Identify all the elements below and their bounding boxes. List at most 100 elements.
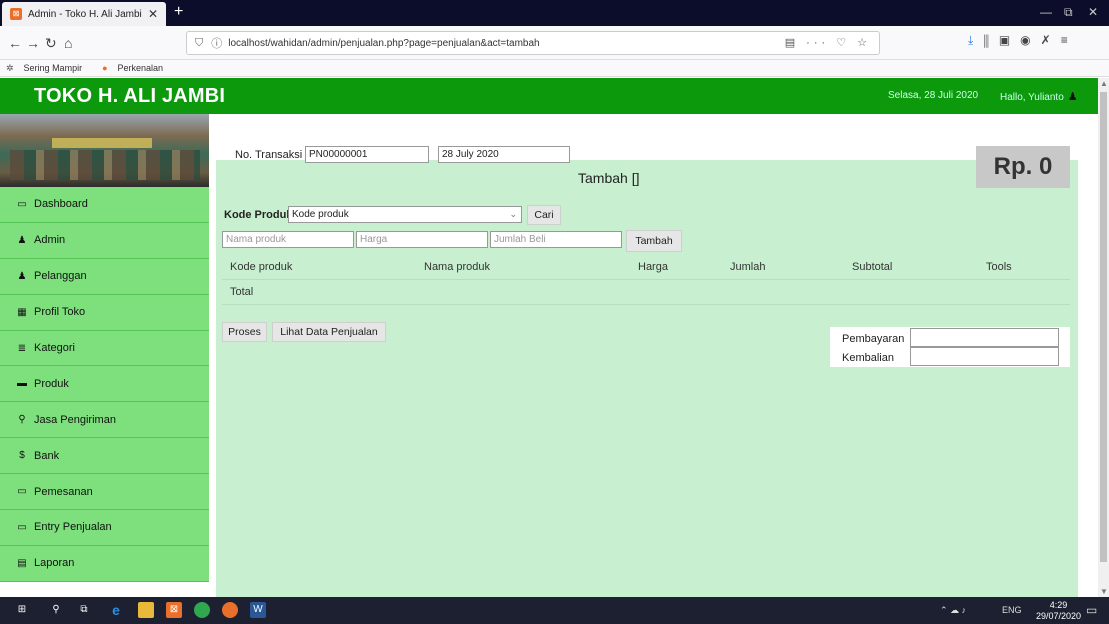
file-explorer-icon[interactable] (138, 602, 154, 618)
browser-tab[interactable]: ⊠ Admin - Toko H. Ali Jambi ✕ (2, 2, 166, 26)
col-nama-produk: Nama produk (424, 261, 491, 273)
minimize-icon[interactable]: — (1040, 5, 1052, 19)
forward-icon[interactable]: → (26, 35, 40, 51)
col-tools: Tools (986, 261, 1012, 273)
form-title: Tambah [] (578, 170, 640, 186)
page-scrollbar[interactable]: ▲ ▼ (1098, 78, 1109, 597)
table-header-row: Kode produk Nama produk Harga Jumlah Sub… (222, 255, 1070, 280)
store-banner-image (0, 114, 209, 187)
reload-icon[interactable]: ↻ (45, 35, 57, 52)
header-date: Selasa, 28 Juli 2020 (888, 90, 979, 101)
list-icon: ≣ (17, 342, 27, 354)
browser-nav-bar: ← → ↻ ⌂ ⛉ ⓘ localhost/wahidan/admin/penj… (0, 26, 1109, 60)
sidebar-item-jasa-pengiriman[interactable]: ⚲ Jasa Pengiriman (0, 402, 209, 439)
dollar-icon: $ (19, 450, 25, 462)
transaksi-label: No. Transaksi : (235, 149, 309, 161)
edge-icon[interactable]: e (108, 602, 124, 618)
info-icon[interactable]: ⓘ (211, 35, 222, 51)
harga-input[interactable]: Harga (356, 231, 488, 248)
bookmark-sering-mampir[interactable]: ✲ Sering Mampir (6, 63, 92, 74)
browser-tab-bar: ⊠ Admin - Toko H. Ali Jambi ✕ + — ⧉ ✕ (0, 0, 1109, 26)
url-text: localhost/wahidan/admin/penjualan.php?pa… (228, 37, 540, 49)
sidebar-item-admin[interactable]: ♟ Admin (0, 222, 209, 259)
sidebar-item-profil-toko[interactable]: ▦ Profil Toko (0, 294, 209, 331)
lihat-data-penjualan-button[interactable]: Lihat Data Penjualan (272, 322, 386, 342)
restore-icon[interactable]: ⧉ (1064, 5, 1073, 20)
kembalian-input[interactable] (910, 347, 1059, 366)
chrome-icon[interactable] (194, 602, 210, 618)
cart-table: Kode produk Nama produk Harga Jumlah Sub… (222, 255, 1070, 305)
close-window-icon[interactable]: ✕ (1088, 5, 1098, 19)
sidebar-item-pemesanan[interactable]: ▭ Pemesanan (0, 474, 209, 511)
table-icon: ▦ (17, 306, 27, 318)
toolbar-icons: ⤓⫼▣◉✗≡ (968, 33, 1078, 48)
sidebar-item-bank[interactable]: $ Bank (0, 438, 209, 475)
user-icon: ♟ (17, 234, 27, 246)
table-total-row: Total (222, 280, 1070, 305)
col-kode-produk: Kode produk (230, 261, 293, 273)
xampp-icon[interactable]: ⊠ (166, 602, 182, 618)
new-tab-icon[interactable]: + (174, 3, 183, 21)
transaksi-input[interactable]: PN00000001 (305, 146, 429, 163)
col-jumlah: Jumlah (730, 261, 766, 273)
col-harga: Harga (638, 261, 668, 273)
sidebar-item-laporan[interactable]: ▤ Laporan (0, 545, 209, 582)
taskbar-clock[interactable]: 4:29 29/07/2020 (1036, 600, 1081, 622)
download-icon[interactable]: ⤓ (968, 33, 983, 47)
nama-produk-input[interactable]: Nama produk (222, 231, 354, 248)
kembalian-label: Kembalian (842, 352, 894, 364)
scroll-up-icon[interactable]: ▲ (1100, 79, 1108, 88)
kode-produk-select[interactable]: Kode produk ⌄ (288, 206, 522, 223)
tambah-button[interactable]: Tambah (626, 230, 682, 252)
users-icon: ♟ (17, 270, 27, 282)
main-content-panel (216, 160, 1078, 597)
date-input[interactable]: 28 July 2020 (438, 146, 570, 163)
library-icon[interactable]: ⫼ (983, 33, 999, 47)
task-view-icon[interactable]: ⧉ (76, 602, 92, 618)
url-bar[interactable]: ⛉ ⓘ localhost/wahidan/admin/penjualan.ph… (186, 31, 880, 55)
word-icon[interactable]: W (250, 602, 266, 618)
xampp-icon: ⊠ (10, 8, 22, 20)
close-tab-icon[interactable]: ✕ (148, 7, 158, 21)
sidebar-item-pelanggan[interactable]: ♟ Pelanggan (0, 258, 209, 295)
tray-icons[interactable]: ⌃ ☁ ♪ (940, 605, 966, 616)
proses-button[interactable]: Proses (222, 322, 267, 342)
back-icon[interactable]: ← (8, 35, 22, 51)
extension-icon[interactable]: ✗ (1041, 33, 1061, 47)
sidebar-item-entry-penjualan[interactable]: ▭ Entry Penjualan (0, 510, 209, 546)
sidebar-icon[interactable]: ▣ (999, 33, 1020, 47)
tab-title: Admin - Toko H. Ali Jambi (28, 8, 142, 20)
sidebar-item-produk[interactable]: ▬ Produk (0, 366, 209, 403)
page-actions-icon[interactable]: ▤ ··· ♡ ☆ (785, 36, 871, 49)
windows-taskbar: ⊞ ⚲ ⧉ e ⊠ W ⌃ ☁ ♪ ENG 4:29 29/07/2020 ▭ (0, 597, 1109, 624)
scroll-down-icon[interactable]: ▼ (1100, 587, 1108, 596)
firefox-icon[interactable] (222, 602, 238, 618)
pembayaran-input[interactable] (910, 328, 1059, 347)
pembayaran-label: Pembayaran (842, 333, 905, 345)
kode-produk-label: Kode Produk (224, 209, 293, 221)
sidebar-item-kategori[interactable]: ≣ Kategori (0, 330, 209, 367)
bookmark-perkenalan[interactable]: ● Perkenalan (102, 63, 173, 73)
home-icon[interactable]: ⌂ (64, 35, 72, 51)
col-subtotal: Subtotal (852, 261, 893, 273)
account-icon[interactable]: ◉ (1020, 33, 1040, 47)
jumlah-beli-input[interactable]: Jumlah Beli (490, 231, 622, 248)
search-icon[interactable]: ⚲ (48, 602, 64, 618)
total-display: Rp. 0 (976, 146, 1070, 188)
credit-card-icon: ▭ (17, 486, 27, 498)
file-icon: ▤ (17, 557, 27, 569)
briefcase-icon: ▬ (17, 378, 27, 390)
cari-button[interactable]: Cari (527, 205, 561, 225)
sidebar-item-dashboard[interactable]: ▭ Dashboard (0, 187, 209, 223)
site-header: TOKO H. ALI JAMBI Selasa, 28 Juli 2020 H… (0, 78, 1098, 114)
gear-icon: ✲ (6, 62, 14, 73)
menu-icon[interactable]: ≡ (1061, 33, 1078, 47)
scrollbar-thumb[interactable] (1100, 92, 1107, 562)
notification-icon[interactable]: ▭ (1086, 603, 1097, 617)
windows-start-icon[interactable]: ⊞ (14, 602, 30, 618)
firefox-icon: ● (102, 63, 108, 73)
banner-sign (52, 138, 152, 148)
brand-title[interactable]: TOKO H. ALI JAMBI (34, 85, 225, 108)
user-greeting[interactable]: Hallo, Yulianto ♟ (1000, 90, 1078, 103)
language-indicator[interactable]: ENG (1002, 605, 1022, 615)
